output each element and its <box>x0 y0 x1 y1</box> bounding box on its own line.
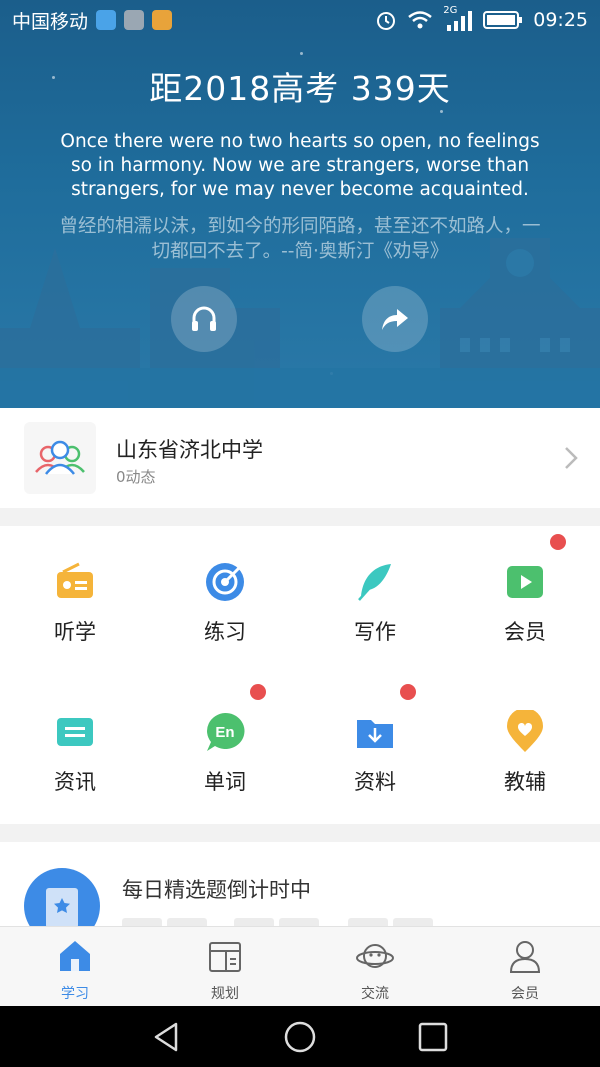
daily-questions-card[interactable]: 每日精选题倒计时中 <box>0 842 600 926</box>
feature-practice[interactable]: 练习 <box>150 526 300 676</box>
countdown-digit-tile <box>122 918 162 926</box>
home-icon <box>60 941 90 971</box>
feature-label: 会员 <box>504 620 546 644</box>
signal-icon: 2G <box>443 5 473 31</box>
tab-plan[interactable]: 规划 <box>150 927 300 1007</box>
radio-icon <box>57 562 93 598</box>
feather-icon <box>358 564 391 601</box>
feature-tutoring[interactable]: 教辅 <box>450 676 600 826</box>
target-icon <box>206 563 244 601</box>
video-icon <box>507 566 543 598</box>
feature-listen[interactable]: 听学 <box>0 526 150 676</box>
feature-materials[interactable]: 资料 <box>300 676 450 826</box>
quote-chinese: 曾经的相濡以沫，到如今的形同陌路，甚至还不如路人，一切都回不去了。--简·奥斯汀… <box>59 216 541 262</box>
system-nav-bar <box>0 1006 600 1067</box>
star-dot <box>440 110 443 113</box>
clock: 09:25 <box>533 9 588 31</box>
tab-member[interactable]: 会员 <box>450 927 600 1007</box>
chevron-right-icon <box>565 447 578 469</box>
countdown-digit-tile <box>279 918 319 926</box>
planet-icon <box>356 944 394 968</box>
feature-label: 资料 <box>354 770 396 794</box>
notification-badge <box>550 534 566 550</box>
listen-button[interactable] <box>171 286 237 352</box>
notification-badge <box>250 684 266 700</box>
feature-writing[interactable]: 写作 <box>300 526 450 676</box>
countdown-digit-tile <box>234 918 274 926</box>
countdown-digit-tile <box>393 918 433 926</box>
tab-label: 会员 <box>511 986 539 1002</box>
school-name: 山东省济北中学 <box>116 438 263 462</box>
folder-download-icon <box>357 720 393 748</box>
countdown-digit-tile <box>167 918 207 926</box>
share-button[interactable] <box>362 286 428 352</box>
tab-label: 学习 <box>61 986 89 1002</box>
countdown-digit-tile <box>348 918 388 926</box>
share-icon <box>382 309 408 330</box>
home-nav-icon[interactable] <box>283 1020 317 1054</box>
weibo-app-icon <box>152 10 173 30</box>
recents-icon[interactable] <box>416 1020 450 1054</box>
feature-label: 练习 <box>204 620 246 644</box>
svg-text:En: En <box>215 724 234 741</box>
feature-grid: 听学 练习 写作 会员 资讯 En 单词 资料 教辅 <box>0 526 600 824</box>
tab-study[interactable]: 学习 <box>0 927 150 1007</box>
school-card[interactable]: 山东省济北中学 0动态 <box>0 408 600 508</box>
tab-label: 交流 <box>361 986 389 1002</box>
feature-news[interactable]: 资讯 <box>0 676 150 826</box>
health-app-icon <box>96 10 117 30</box>
daily-book-icon <box>24 868 100 926</box>
school-group-icon <box>24 422 96 494</box>
exam-countdown: 距2018高考 339天 <box>149 69 451 108</box>
school-activity-count: 0动态 <box>116 468 156 486</box>
feature-membership[interactable]: 会员 <box>450 526 600 676</box>
feature-label: 资讯 <box>54 770 96 794</box>
news-icon <box>57 718 93 746</box>
feature-label: 单词 <box>204 770 246 794</box>
feature-label: 写作 <box>354 620 396 644</box>
plan-icon <box>209 942 241 972</box>
status-bar: 中国移动 2G 09:25 <box>0 0 600 40</box>
headphones-icon <box>192 306 216 331</box>
wifi-icon <box>408 11 433 29</box>
star-dot <box>300 52 303 55</box>
word-bubble-icon: En <box>207 712 245 751</box>
user-icon <box>509 941 541 973</box>
bottom-tab-bar: 学习 规划 交流 会员 <box>0 926 600 1006</box>
heart-pin-icon <box>507 710 543 752</box>
carrier-label: 中国移动 <box>12 10 89 33</box>
feature-label: 教辅 <box>504 770 546 794</box>
tab-community[interactable]: 交流 <box>300 927 450 1007</box>
feature-label: 听学 <box>54 620 96 644</box>
quote-english: Once there were no two hearts so open, n… <box>60 131 540 200</box>
alarm-icon <box>377 12 396 30</box>
back-icon[interactable] <box>150 1020 184 1054</box>
hero-banner: 中国移动 2G 09:25 距2018高考 339天 Once there we… <box>0 0 600 408</box>
feature-words[interactable]: En 单词 <box>150 676 300 826</box>
tab-label: 规划 <box>211 986 239 1002</box>
battery-icon <box>483 11 523 29</box>
gallery-app-icon <box>124 10 145 30</box>
daily-title: 每日精选题倒计时中 <box>122 878 311 902</box>
notification-badge <box>400 684 416 700</box>
